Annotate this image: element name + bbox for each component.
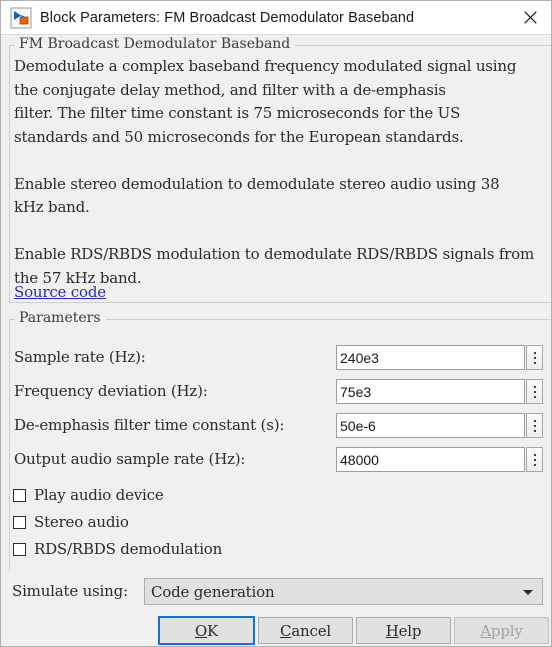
parameter-row-frequency-deviation: Frequency deviation (Hz): <box>14 379 544 405</box>
cancel-button-label: Cancel <box>280 621 331 640</box>
checkbox-play-audio-device[interactable]: Play audio device <box>13 484 164 506</box>
ok-button[interactable]: OK <box>158 616 255 645</box>
frequency-deviation-input[interactable] <box>336 379 525 404</box>
apply-button-label: Apply <box>480 621 523 640</box>
help-button[interactable]: Help <box>356 617 451 644</box>
deemphasis-time-constant-input[interactable] <box>336 413 525 438</box>
output-audio-sample-rate-spinner[interactable] <box>526 447 543 472</box>
sample-rate-input[interactable] <box>336 345 525 370</box>
checkbox-label-stereo-audio: Stereo audio <box>34 513 129 531</box>
checkbox-box-play-audio-device[interactable] <box>13 488 26 502</box>
help-button-label: Help <box>385 621 422 640</box>
simulink-block-icon <box>10 7 32 29</box>
simulate-using-value: Code generation <box>151 583 275 601</box>
deemphasis-time-constant-label: De-emphasis filter time constant (s): <box>14 416 285 434</box>
checkbox-stereo-audio[interactable]: Stereo audio <box>13 511 129 533</box>
simulate-using-dropdown[interactable]: Code generation <box>144 578 543 605</box>
apply-button: Apply <box>454 617 549 644</box>
parameters-group-title: Parameters <box>15 311 106 326</box>
sample-rate-label: Sample rate (Hz): <box>14 348 146 366</box>
deemphasis-time-constant-spinner[interactable] <box>526 413 543 438</box>
title-bar: Block Parameters: FM Broadcast Demodulat… <box>1 1 551 35</box>
source-code-link[interactable]: Source code <box>14 282 106 302</box>
ok-button-label: OK <box>194 621 219 640</box>
checkbox-rds-rbds-demodulation[interactable]: RDS/RBDS demodulation <box>13 538 222 560</box>
frequency-deviation-spinner[interactable] <box>526 379 543 404</box>
chevron-down-icon <box>523 590 533 595</box>
output-audio-sample-rate-label: Output audio sample rate (Hz): <box>14 450 246 468</box>
frequency-deviation-label: Frequency deviation (Hz): <box>14 382 208 400</box>
dialog-button-bar: OK Cancel Help Apply <box>1 615 551 646</box>
output-audio-sample-rate-input[interactable] <box>336 447 525 472</box>
parameter-row-output-audio-sample-rate: Output audio sample rate (Hz): <box>14 447 544 473</box>
parameter-row-sample-rate: Sample rate (Hz): <box>14 345 544 371</box>
description-text: Demodulate a complex baseband frequency … <box>14 57 534 287</box>
description-group-title: FM Broadcast Demodulator Baseband <box>15 37 296 52</box>
checkbox-box-rds-rbds-demodulation[interactable] <box>13 542 26 556</box>
parameter-row-deemphasis-time-constant: De-emphasis filter time constant (s): <box>14 413 544 439</box>
sample-rate-spinner[interactable] <box>526 345 543 370</box>
simulate-using-label: Simulate using: <box>12 582 128 600</box>
block-parameters-dialog: Block Parameters: FM Broadcast Demodulat… <box>0 0 552 647</box>
checkbox-label-rds-rbds-demodulation: RDS/RBDS demodulation <box>34 540 223 558</box>
cancel-button[interactable]: Cancel <box>258 617 353 644</box>
close-icon[interactable] <box>507 1 551 34</box>
checkbox-label-play-audio-device: Play audio device <box>34 486 164 504</box>
simulate-using-row: Simulate using: Code generation <box>12 578 543 605</box>
window-title: Block Parameters: FM Broadcast Demodulat… <box>40 9 415 26</box>
checkbox-box-stereo-audio[interactable] <box>13 515 26 529</box>
